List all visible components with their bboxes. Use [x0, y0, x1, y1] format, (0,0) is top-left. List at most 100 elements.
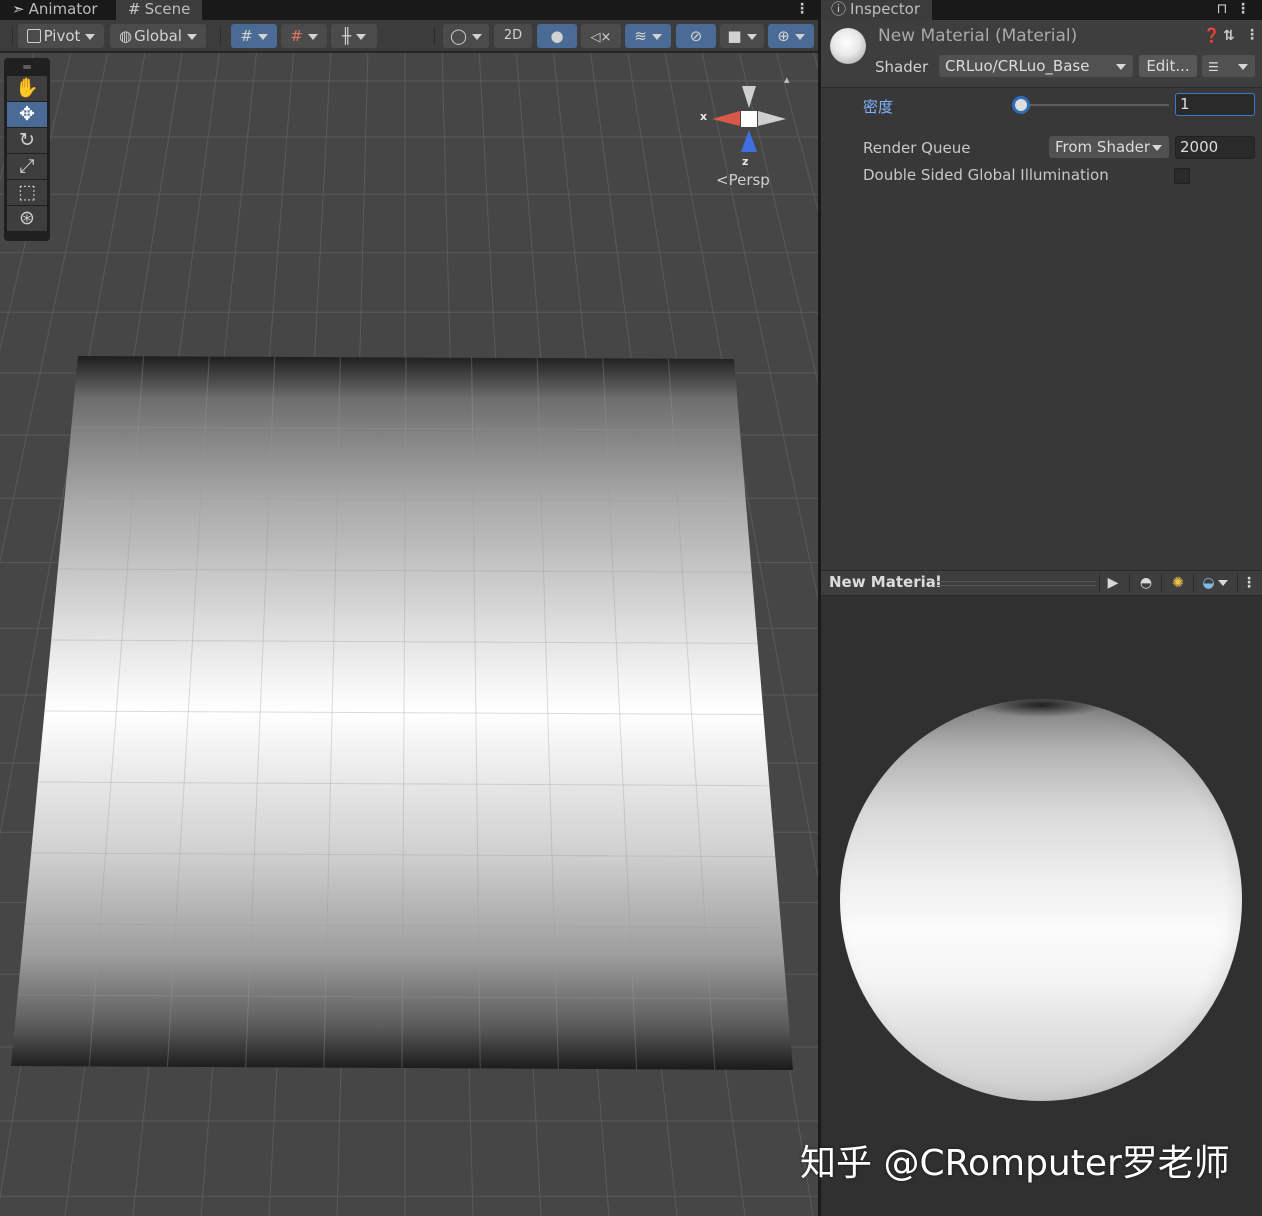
- scene-viewport[interactable]: x z <Persp ▴ ═ ✋ ✥ ↻ ⤢ ⬚ ⊛: [0, 53, 818, 1216]
- gizmo-z-label: z: [742, 155, 749, 168]
- global-label: Global: [134, 27, 182, 45]
- transform-icon: ⊛: [19, 207, 35, 229]
- gizmo-x-cone-icon[interactable]: [712, 111, 740, 126]
- grid-snap-icon: #: [240, 27, 253, 45]
- gizmo-icon: ⊕: [777, 27, 790, 45]
- gizmo-negx-cone-icon[interactable]: [758, 111, 786, 126]
- scene-more-icon[interactable]: ⋮: [795, 0, 809, 20]
- grid-snap-button[interactable]: #: [231, 24, 277, 48]
- audio-muted-icon: ◁×: [590, 30, 612, 45]
- view-lock-icon[interactable]: ▴: [784, 73, 794, 86]
- density-slider-track[interactable]: [1021, 104, 1169, 106]
- render-queue-mode: From Shader: [1055, 138, 1151, 156]
- play-preview-button[interactable]: ▶: [1101, 572, 1125, 594]
- tab-inspector-label: Inspector: [850, 0, 920, 18]
- preview-header[interactable]: New Material ▶ ◓ ✺ ◒ ⋮: [821, 570, 1262, 596]
- render-queue-label: Render Queue: [863, 139, 971, 157]
- global-dropdown[interactable]: ◍ Global: [110, 24, 206, 48]
- preview-background-dropdown[interactable]: ◒: [1197, 572, 1233, 594]
- transform-tool-button[interactable]: ⊛: [7, 206, 47, 231]
- increment-snap-button[interactable]: ╫: [331, 24, 377, 48]
- lighting-toggle[interactable]: ●: [537, 24, 577, 48]
- play-icon: ▶: [1107, 575, 1119, 591]
- rotate-tool-button[interactable]: ↻: [7, 128, 47, 153]
- ruler-icon: ╫: [341, 27, 352, 45]
- camera-dropdown[interactable]: ■: [720, 24, 764, 48]
- preview-mesh-button[interactable]: ◓: [1133, 572, 1159, 594]
- toolbar-separator: [434, 27, 435, 45]
- tab-inspector[interactable]: ⓘ Inspector: [821, 0, 932, 20]
- persp-arrow-icon: <: [716, 171, 729, 189]
- audio-toggle[interactable]: ◁×: [581, 24, 621, 48]
- render-queue-value-field[interactable]: 2000: [1175, 136, 1255, 159]
- material-more-icon[interactable]: ⋮: [1245, 27, 1259, 43]
- globe-icon: ◍: [119, 27, 133, 45]
- presets-icon[interactable]: ⇅: [1223, 28, 1235, 44]
- hand-icon: ✋: [15, 77, 39, 99]
- sphere-mesh-icon: ◓: [1139, 575, 1153, 591]
- preview-separator: [1129, 574, 1130, 592]
- scale-tool-button[interactable]: ⤢: [7, 154, 47, 179]
- mode-2d-label: 2D: [503, 28, 523, 43]
- effects-dropdown[interactable]: ≋: [625, 24, 671, 48]
- material-preview-area[interactable]: [821, 596, 1262, 1216]
- orientation-gizmo[interactable]: [712, 86, 786, 152]
- camera-icon: ■: [727, 27, 742, 45]
- preview-lights-button[interactable]: ✺: [1165, 572, 1191, 594]
- rect-tool-button[interactable]: ⬚: [7, 180, 47, 205]
- palette-grip-icon[interactable]: ═: [7, 61, 47, 75]
- mode-2d-toggle[interactable]: 2D: [494, 24, 532, 48]
- double-sided-gi-label: Double Sided Global Illumination: [863, 166, 1109, 184]
- tab-scene[interactable]: # Scene: [116, 0, 203, 20]
- toolbar-separator: [220, 27, 221, 45]
- help-icon[interactable]: ❓: [1203, 28, 1220, 44]
- lights-icon: ✺: [1172, 575, 1184, 591]
- effects-layers-icon: ≋: [634, 27, 647, 45]
- persp-text: Persp: [728, 171, 770, 189]
- preview-separator: [1193, 574, 1194, 592]
- watermark: 知乎 @CRomputer罗老师: [800, 1143, 1230, 1184]
- lightbulb-icon: ●: [550, 27, 564, 45]
- grid-visibility-button[interactable]: #: [281, 24, 327, 48]
- preview-sphere[interactable]: [840, 699, 1242, 1101]
- preview-more-icon[interactable]: ⋮: [1241, 572, 1257, 594]
- preview-title: New Material: [829, 573, 942, 591]
- scene-tabbar: ➣ Animator # Scene ⋮: [0, 0, 818, 20]
- animator-icon: ➣: [12, 0, 25, 18]
- shader-label: Shader: [875, 58, 929, 76]
- density-value-field[interactable]: 1: [1175, 93, 1255, 116]
- density-slider-thumb[interactable]: [1012, 96, 1030, 114]
- hand-tool-button[interactable]: ✋: [7, 76, 47, 101]
- pivot-label: Pivot: [43, 27, 81, 45]
- material-header: New Material (Material) ❓ ⇅ ⋮ Shader CRL…: [821, 20, 1262, 88]
- shading-mode-icon: ◯: [450, 27, 467, 45]
- preview-separator: [1161, 574, 1162, 592]
- gizmo-y-cone-icon[interactable]: [742, 86, 756, 108]
- scene-canvas: [0, 53, 818, 1216]
- tab-animator[interactable]: ➣ Animator: [0, 0, 110, 20]
- shader-dropdown[interactable]: CRLuo/CRLuo_Base: [939, 55, 1133, 77]
- gizmos-dropdown[interactable]: ⊕: [768, 24, 814, 48]
- pivot-dropdown[interactable]: Pivot: [18, 24, 104, 48]
- scale-icon: ⤢: [19, 155, 35, 177]
- render-queue-dropdown[interactable]: From Shader: [1049, 136, 1169, 158]
- edit-shader-button[interactable]: Edit...: [1139, 55, 1197, 77]
- inspector-lock-icon[interactable]: ⊓: [1215, 0, 1229, 20]
- preview-drag-grip[interactable]: [934, 581, 1096, 586]
- tab-animator-label: Animator: [28, 0, 98, 18]
- material-thumbnail[interactable]: [830, 28, 866, 64]
- shader-value: CRLuo/CRLuo_Base: [945, 57, 1090, 75]
- double-sided-gi-checkbox[interactable]: [1174, 168, 1190, 184]
- gizmo-z-cone-icon[interactable]: [741, 130, 757, 152]
- scene-visibility-toggle[interactable]: ⊘: [676, 24, 716, 48]
- scene-grid-icon: #: [128, 0, 141, 18]
- shader-options-dropdown[interactable]: ☰: [1202, 55, 1255, 77]
- inspector-panel: New Material (Material) ❓ ⇅ ⋮ Shader CRL…: [821, 20, 1262, 1216]
- persp-label[interactable]: <Persp: [716, 171, 770, 189]
- draw-mode-dropdown[interactable]: ◯: [443, 24, 489, 48]
- move-tool-button[interactable]: ✥: [7, 102, 47, 127]
- rect-transform-icon: ⬚: [18, 181, 36, 203]
- tab-scene-label: Scene: [144, 0, 191, 18]
- inspector-more-icon[interactable]: ⋮: [1236, 0, 1250, 20]
- gizmo-center-cube-icon[interactable]: [741, 111, 757, 127]
